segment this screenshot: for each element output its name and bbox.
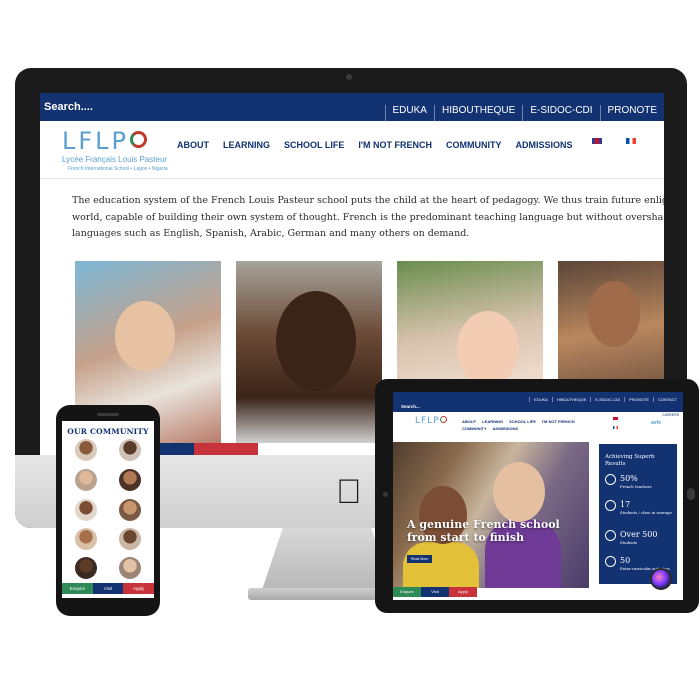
intro-line: languages such as English, Spanish, Arab… bbox=[72, 228, 470, 239]
intro-text: The education system of the French Louis… bbox=[72, 193, 664, 243]
tablet-nav-learning[interactable]: LEARNING bbox=[482, 419, 503, 424]
phone-apply-button[interactable]: Apply bbox=[123, 583, 154, 594]
tablet-link-eduka[interactable]: EDUKA bbox=[529, 397, 552, 402]
avatar[interactable] bbox=[119, 528, 141, 550]
tablet-screen: Search... EDUKA HIBOUTHEQUE E-SIDOC-CDI … bbox=[393, 392, 683, 600]
tablet-visit-button[interactable]: Visit bbox=[421, 587, 449, 597]
stat-value: 17 bbox=[620, 500, 631, 509]
top-links: EDUKA HIBOUTHEQUE E-SIDOC-CDI PRONOTE bbox=[384, 93, 664, 121]
stat-label: Students / class in average bbox=[620, 510, 672, 515]
imac-stand bbox=[262, 528, 392, 590]
nav-about[interactable]: ABOUT bbox=[177, 140, 209, 150]
nav-school-life[interactable]: SCHOOL LIFE bbox=[284, 140, 344, 150]
school-logo[interactable]: LFLP Lycée Français Louis Pasteur French… bbox=[62, 129, 168, 172]
aefe-logo: aefe bbox=[651, 420, 662, 426]
nav-community[interactable]: COMMUNITY bbox=[446, 140, 502, 150]
tablet-logo-ring-icon bbox=[439, 416, 447, 423]
nav-admissions[interactable]: ADMISSIONS bbox=[515, 140, 572, 150]
photo-child-2 bbox=[236, 261, 382, 443]
top-link-hiboutheque[interactable]: HIBOUTHEQUE bbox=[433, 105, 522, 121]
tablet-logo[interactable]: LFLP bbox=[415, 416, 447, 426]
phone-enquire-button[interactable]: Enquire bbox=[62, 583, 93, 594]
tablet-search-input[interactable]: Search... bbox=[401, 404, 420, 409]
top-link-esidoc[interactable]: E-SIDOC-CDI bbox=[522, 105, 599, 121]
phone-visit-button[interactable]: Visit bbox=[92, 583, 124, 594]
apply-button-bar[interactable] bbox=[194, 443, 258, 455]
desktop-header: LFLP Lycée Français Louis Pasteur French… bbox=[40, 121, 664, 179]
logo-subtitle: French International School • Lagos • Ni… bbox=[68, 166, 168, 172]
avatar[interactable] bbox=[75, 439, 97, 461]
french-flag-icon[interactable] bbox=[626, 138, 636, 144]
top-link-pronote[interactable]: PRONOTE bbox=[599, 105, 664, 121]
stat-value: 50% bbox=[620, 474, 638, 483]
tablet-link-pronote[interactable]: PRONOTE bbox=[624, 397, 653, 402]
community-title: OUR COMMUNITY bbox=[67, 427, 149, 436]
avatar[interactable] bbox=[119, 499, 141, 521]
tablet-action-buttons: Enquire Visit Apply bbox=[393, 587, 683, 597]
tablet-link-hiboutheque[interactable]: HIBOUTHEQUE bbox=[551, 397, 590, 402]
tablet-nav-school-life[interactable]: SCHOOL LIFE bbox=[509, 419, 536, 424]
camera-icon bbox=[346, 74, 352, 80]
tablet-apply-button[interactable]: Apply bbox=[449, 587, 477, 597]
tablet-french-flag-icon[interactable] bbox=[613, 426, 618, 429]
tablet-careers-link[interactable]: CAREERS bbox=[662, 413, 679, 417]
hero-title: A genuine French school from start to fi… bbox=[407, 518, 560, 544]
phone-speaker bbox=[97, 413, 119, 416]
teacher-icon bbox=[605, 474, 616, 485]
logo-ring-icon bbox=[130, 131, 148, 148]
search-input[interactable]: Search.... bbox=[44, 101, 93, 113]
chat-assistant-icon[interactable] bbox=[650, 568, 672, 590]
avatar[interactable] bbox=[119, 469, 141, 491]
tablet-link-contact[interactable]: CONTACT bbox=[652, 397, 681, 402]
intro-line: The education system of the French Louis… bbox=[72, 195, 664, 206]
phone-action-buttons: Enquire Visit Apply bbox=[62, 583, 154, 594]
apple-logo-icon:  bbox=[336, 475, 362, 509]
stats-panel: Achieving Superb Results 50% French teac… bbox=[599, 444, 677, 584]
tablet-header: LFLP ABOUT LEARNING SCHOOL LIFE I'M NOT … bbox=[393, 412, 683, 436]
stat-label: Students bbox=[620, 540, 638, 545]
avatar[interactable] bbox=[119, 439, 141, 461]
stat-label: Extra-curricular activities bbox=[620, 566, 670, 571]
desktop-topbar: Search.... EDUKA HIBOUTHEQUE E-SIDOC-CDI… bbox=[40, 93, 664, 121]
read-more-button[interactable]: Read More bbox=[407, 555, 433, 563]
tablet-nav-not-french[interactable]: I'M NOT FRENCH bbox=[542, 419, 575, 424]
phone-screen: OUR COMMUNITY Enquire Visit Apply bbox=[62, 421, 154, 598]
class-icon bbox=[605, 500, 616, 511]
activities-icon bbox=[605, 556, 616, 567]
stat-value: Over 500 bbox=[620, 530, 658, 539]
avatar[interactable] bbox=[75, 557, 97, 579]
uk-flag-icon[interactable] bbox=[592, 138, 602, 144]
avatar[interactable] bbox=[75, 499, 97, 521]
nav-not-french[interactable]: I'M NOT FRENCH bbox=[358, 140, 432, 150]
tablet-home-button bbox=[687, 488, 695, 500]
tablet-hero: A genuine French school from start to fi… bbox=[393, 442, 589, 588]
tablet-nav-admissions[interactable]: ADMISSIONS bbox=[493, 426, 518, 431]
stat-value: 50 bbox=[620, 556, 631, 565]
tablet-link-esidoc[interactable]: E-SIDOC-CDI bbox=[590, 397, 624, 402]
tablet-enquire-button[interactable]: Enquire bbox=[393, 587, 421, 597]
avatar[interactable] bbox=[75, 528, 97, 550]
tablet-top-links: EDUKA HIBOUTHEQUE E-SIDOC-CDI PRONOTE CO… bbox=[529, 397, 681, 402]
main-nav: ABOUT LEARNING SCHOOL LIFE I'M NOT FRENC… bbox=[177, 140, 573, 150]
tablet-logo-mark: LFLP bbox=[415, 416, 440, 426]
tablet-camera-icon bbox=[383, 492, 388, 497]
avatar[interactable] bbox=[75, 469, 97, 491]
stat-label: French teachers bbox=[620, 484, 652, 489]
top-link-eduka[interactable]: EDUKA bbox=[384, 105, 434, 121]
tablet-nav-about[interactable]: ABOUT bbox=[462, 419, 476, 424]
avatar[interactable] bbox=[119, 557, 141, 579]
stats-title: Achieving Superb Results bbox=[605, 454, 655, 467]
tablet-topbar: Search... EDUKA HIBOUTHEQUE E-SIDOC-CDI … bbox=[393, 392, 683, 412]
logo-mark: LFLP bbox=[62, 127, 130, 155]
tablet-uk-flag-icon[interactable] bbox=[613, 417, 618, 420]
students-icon bbox=[605, 530, 616, 541]
intro-line: world, capable of building their own sys… bbox=[72, 211, 664, 223]
tablet-nav-community[interactable]: COMMUNITY bbox=[462, 426, 487, 431]
logo-name: Lycée Français Louis Pasteur bbox=[62, 155, 168, 164]
tablet-nav: ABOUT LEARNING SCHOOL LIFE I'M NOT FRENC… bbox=[462, 419, 592, 431]
nav-learning[interactable]: LEARNING bbox=[223, 140, 270, 150]
